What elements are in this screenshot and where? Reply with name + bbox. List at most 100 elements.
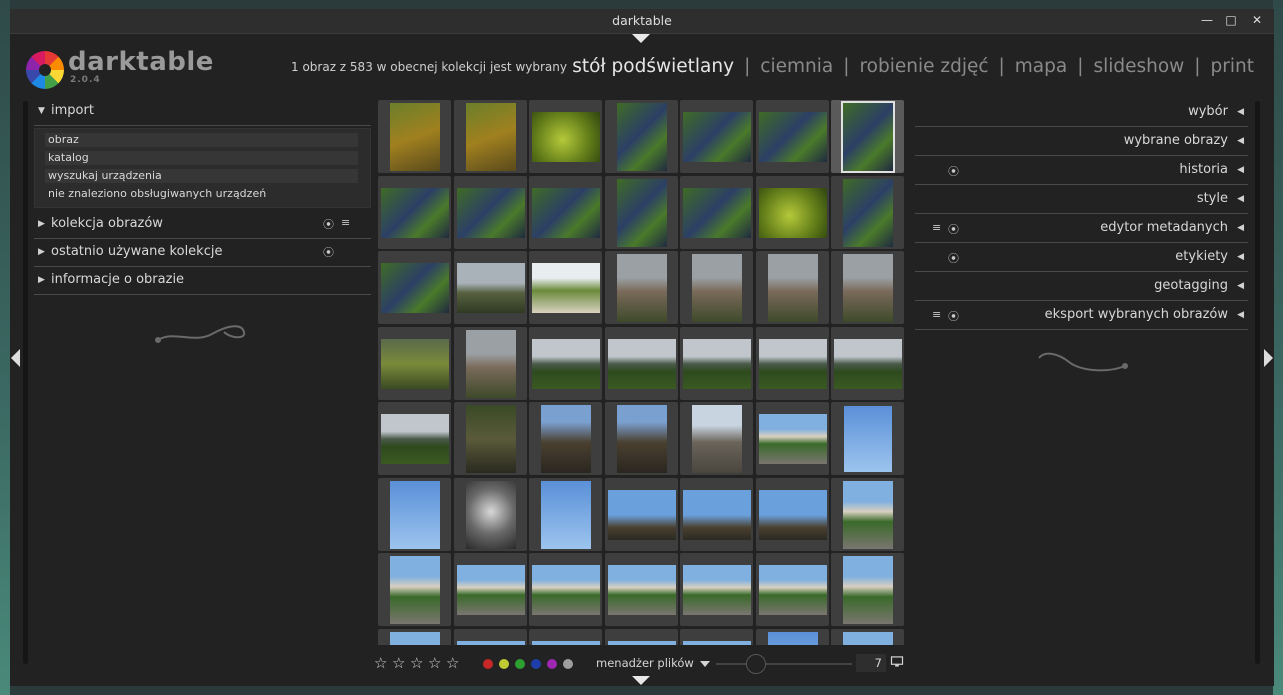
module-geotagging[interactable]: geotagging ◀ xyxy=(915,272,1248,301)
thumbnail-cell[interactable] xyxy=(605,553,678,626)
thumbnail-cell[interactable] xyxy=(756,478,829,551)
thumbnail-cell[interactable] xyxy=(831,478,904,551)
thumbnail-cell[interactable] xyxy=(605,251,678,324)
thumbnail-cell[interactable] xyxy=(831,553,904,626)
view-print[interactable]: print xyxy=(1211,56,1254,77)
thumbnail-cell[interactable] xyxy=(529,100,602,173)
reset-icon[interactable]: ⦿ xyxy=(948,163,959,179)
module-metadata-editor[interactable]: ≡ ⦿ edytor metadanych ◀ xyxy=(915,214,1248,243)
thumbnail-cell[interactable] xyxy=(454,553,527,626)
thumbnail-cell[interactable] xyxy=(756,629,829,645)
thumbnail-cell[interactable] xyxy=(454,251,527,324)
reset-icon[interactable]: ⦿ xyxy=(948,308,959,324)
thumbnail-cell[interactable] xyxy=(454,478,527,551)
presets-icon[interactable]: ≡ xyxy=(932,308,941,321)
module-selected-images[interactable]: wybrane obrazy ◀ xyxy=(915,127,1248,156)
thumbnail-cell[interactable] xyxy=(680,553,753,626)
thumbnail-cell[interactable] xyxy=(529,553,602,626)
module-tagging[interactable]: ⦿ etykiety ◀ xyxy=(915,243,1248,272)
reset-icon[interactable]: ⦿ xyxy=(948,221,959,237)
thumbnail-cell[interactable] xyxy=(605,478,678,551)
module-export-selected[interactable]: ≡ ⦿ eksport wybranych obrazów ◀ xyxy=(915,301,1248,330)
thumbnail-cell[interactable] xyxy=(680,402,753,475)
thumbnail-cell[interactable] xyxy=(605,327,678,400)
thumbnail-cell[interactable] xyxy=(831,251,904,324)
thumbnail-cell[interactable] xyxy=(605,629,678,645)
import-image-button[interactable]: obraz xyxy=(45,133,358,147)
thumbnail-cell[interactable] xyxy=(378,176,451,249)
color-label-blue-icon[interactable] xyxy=(531,659,541,669)
thumbnail-cell[interactable] xyxy=(831,176,904,249)
thumbnail-cell[interactable] xyxy=(680,478,753,551)
thumbnail-cell[interactable] xyxy=(454,100,527,173)
thumbnail-cell[interactable] xyxy=(529,629,602,645)
thumbnail-cell[interactable] xyxy=(756,251,829,324)
thumbnail-cell[interactable] xyxy=(680,100,753,173)
module-collect[interactable]: ▶ kolekcja obrazów ⦿ ≡ xyxy=(34,211,371,239)
module-recent-collections[interactable]: ▶ ostatnio używane kolekcje ⦿ xyxy=(34,239,371,267)
scan-devices-button[interactable]: wyszukaj urządzenia xyxy=(45,169,358,183)
zoom-value-input[interactable]: 7 xyxy=(856,654,886,672)
zoom-slider[interactable] xyxy=(716,663,852,665)
module-select[interactable]: wybór ◀ xyxy=(915,98,1248,127)
maximize-icon[interactable]: □ xyxy=(1223,12,1239,28)
color-label-purple-icon[interactable] xyxy=(547,659,557,669)
thumbnail-cell[interactable] xyxy=(529,402,602,475)
thumbnail-cell[interactable] xyxy=(605,100,678,173)
thumbnail-cell[interactable] xyxy=(756,327,829,400)
left-panel-scrollbar[interactable] xyxy=(23,101,28,664)
module-import[interactable]: ▼ import xyxy=(34,98,371,126)
zoom-slider-knob[interactable] xyxy=(746,654,766,674)
color-label-green-icon[interactable] xyxy=(515,659,525,669)
presets-icon[interactable]: ≡ xyxy=(341,216,350,229)
thumbnail-cell[interactable] xyxy=(529,478,602,551)
thumbnail-cell[interactable] xyxy=(831,402,904,475)
thumbnail-cell[interactable] xyxy=(454,629,527,645)
top-panel-toggle-icon[interactable] xyxy=(632,34,650,43)
thumbnail-grid[interactable] xyxy=(378,100,906,645)
thumbnail-cell[interactable] xyxy=(454,176,527,249)
view-slideshow[interactable]: slideshow xyxy=(1093,56,1184,77)
bottom-panel-toggle-icon[interactable] xyxy=(632,676,650,685)
thumbnail-cell[interactable] xyxy=(605,176,678,249)
thumbnail-cell[interactable] xyxy=(529,327,602,400)
thumbnail-cell[interactable] xyxy=(529,251,602,324)
star-rating-1-icon[interactable]: ☆ xyxy=(374,654,387,672)
right-panel-scrollbar[interactable] xyxy=(1255,101,1260,664)
view-tethering[interactable]: robienie zdjęć xyxy=(859,56,988,77)
right-panel-toggle-icon[interactable] xyxy=(1264,349,1273,367)
view-lighttable[interactable]: stół podświetlany xyxy=(572,56,734,77)
thumbnail-cell[interactable] xyxy=(680,629,753,645)
thumbnail-cell[interactable] xyxy=(378,629,451,645)
view-darkroom[interactable]: ciemnia xyxy=(760,56,833,77)
import-folder-button[interactable]: katalog xyxy=(45,151,358,165)
star-rating-4-icon[interactable]: ☆ xyxy=(428,654,441,672)
thumbnail-cell[interactable] xyxy=(756,100,829,173)
thumbnail-cell[interactable] xyxy=(378,327,451,400)
thumbnail-cell[interactable] xyxy=(454,327,527,400)
thumbnail-cell[interactable] xyxy=(378,478,451,551)
monitor-icon[interactable] xyxy=(890,656,904,667)
thumbnail-cell[interactable] xyxy=(454,402,527,475)
thumbnail-cell[interactable] xyxy=(378,553,451,626)
view-map[interactable]: mapa xyxy=(1015,56,1067,77)
thumbnail-cell[interactable] xyxy=(378,100,451,173)
color-label-gray-icon[interactable] xyxy=(563,659,573,669)
star-rating-2-icon[interactable]: ☆ xyxy=(392,654,405,672)
thumbnail-cell[interactable] xyxy=(756,176,829,249)
presets-icon[interactable]: ≡ xyxy=(932,221,941,234)
thumbnail-cell[interactable] xyxy=(378,402,451,475)
close-icon[interactable]: ✕ xyxy=(1249,12,1265,28)
thumbnail-cell[interactable] xyxy=(605,402,678,475)
color-label-red-icon[interactable] xyxy=(483,659,493,669)
thumbnail-cell[interactable] xyxy=(756,402,829,475)
thumbnail-cell[interactable] xyxy=(378,251,451,324)
thumbnail-cell[interactable] xyxy=(831,629,904,645)
thumbnail-cell[interactable] xyxy=(680,176,753,249)
thumbnail-cell[interactable] xyxy=(529,176,602,249)
thumbnail-cell[interactable] xyxy=(680,251,753,324)
color-label-yellow-icon[interactable] xyxy=(499,659,509,669)
thumbnail-cell[interactable] xyxy=(831,327,904,400)
minimize-icon[interactable]: — xyxy=(1199,12,1215,28)
thumbnail-cell[interactable] xyxy=(831,100,904,173)
